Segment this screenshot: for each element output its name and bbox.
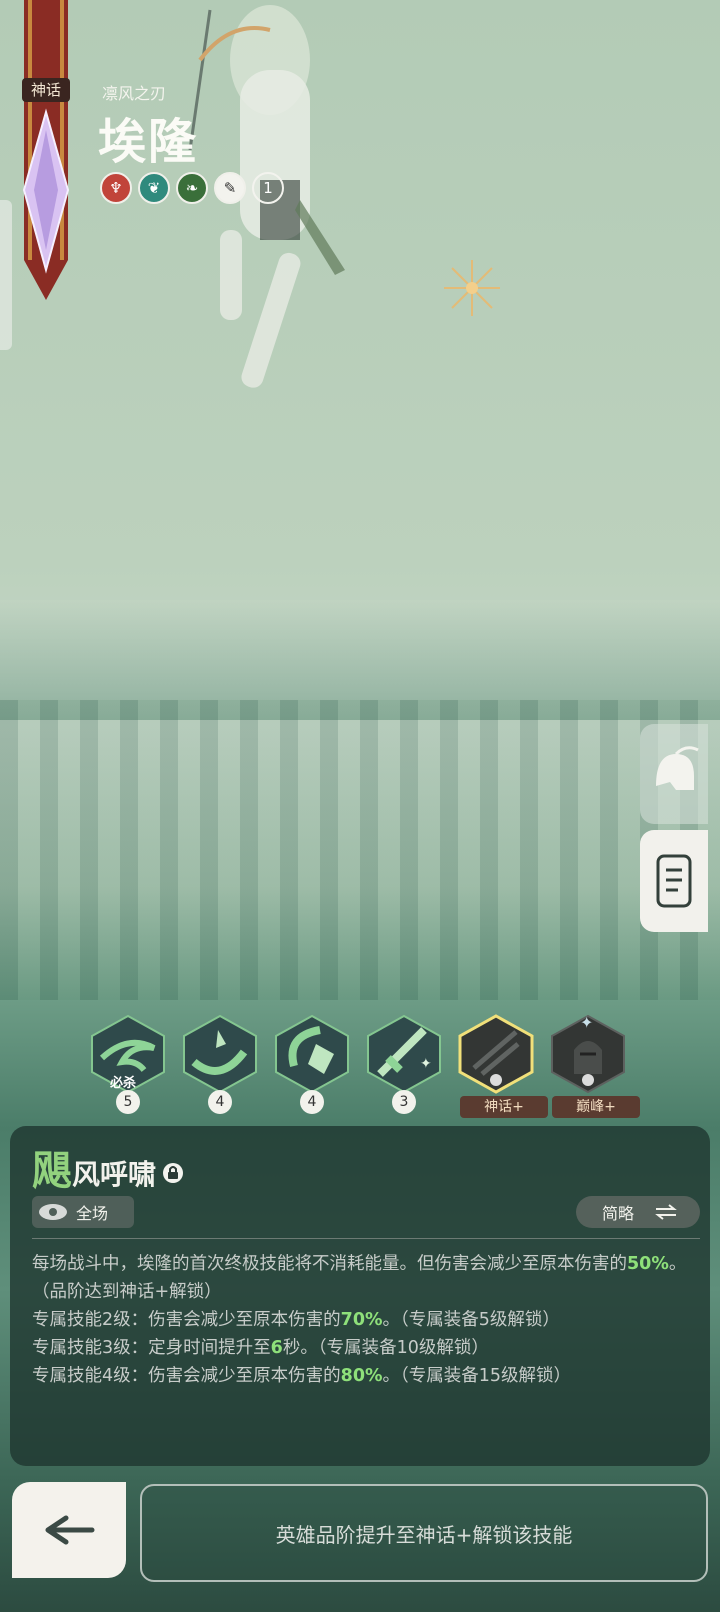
hero-subtitle: 凛风之刃	[102, 84, 167, 103]
axe-slash-icon	[183, 1014, 257, 1094]
skill-slot-3[interactable]: 4	[272, 1014, 352, 1114]
ultimate-label: 必杀	[110, 1076, 137, 1091]
skill-level: 4	[208, 1090, 232, 1114]
skill-detail-panel: 飓 风呼啸 全场 简略 每场战斗中，埃隆的首次终极技能将不消耗能量。但伤害会减少…	[10, 1126, 710, 1466]
back-button[interactable]	[12, 1482, 126, 1578]
skill-title: 飓 风呼啸	[32, 1138, 184, 1196]
hero-profile-button[interactable]	[640, 724, 708, 824]
skill-row: 必杀 5 4 4 ✦ 3 神话+ ✦ 巅峰+	[88, 1014, 640, 1118]
tag-count: 1	[252, 172, 284, 204]
skill-slot-1[interactable]: 必杀 5	[88, 1014, 168, 1114]
knight-helmet-icon: ✦	[551, 1014, 625, 1094]
unlock-requirement-badge: 神话+	[460, 1096, 548, 1118]
range-badge: 全场	[32, 1196, 134, 1228]
skill-slot-2[interactable]: 4	[180, 1014, 260, 1114]
skill-title-first-char: 飓	[32, 1148, 72, 1194]
rarity-tag: 神话	[22, 78, 70, 102]
eye-icon	[39, 1204, 67, 1220]
swap-arrows-icon	[655, 1204, 677, 1220]
skill-slot-4[interactable]: ✦ 3	[364, 1014, 444, 1114]
scroll-lore-button[interactable]	[640, 830, 708, 932]
mode-label: 简略	[602, 1204, 635, 1223]
sword-sparkle-icon: ✦	[367, 1014, 441, 1094]
rarity-banner	[22, 0, 70, 300]
hero-portrait	[188, 5, 345, 388]
helmet-icon	[656, 746, 699, 790]
desc-line-4: 专属技能4级：伤害会减少至原本伤害的80%。（专属装备15级解锁）	[32, 1366, 572, 1386]
skill-slot-5[interactable]: 神话+	[456, 1014, 548, 1118]
unlock-requirement-badge: 巅峰+	[552, 1096, 640, 1118]
detail-mode-toggle[interactable]: 简略	[576, 1196, 700, 1228]
hero-name: 埃隆	[98, 114, 199, 170]
skill-level: 3	[392, 1090, 416, 1114]
leaf-icon[interactable]: ❧	[176, 172, 208, 204]
wind-slash-icon	[458, 1014, 534, 1094]
sparkle-star-icon	[444, 260, 500, 316]
left-edge-tab[interactable]	[0, 200, 12, 350]
desc-line-2: 专属技能2级：伤害会减少至原本伤害的70%。（专属装备5级解锁）	[32, 1310, 560, 1330]
desc-line-1: 每场战斗中，埃隆的首次终极技能将不消耗能量。但伤害会减少至原本伤害的50%。（品…	[32, 1254, 687, 1302]
skill-level: 4	[300, 1090, 324, 1114]
desc-line-3: 专属技能3级：定身时间提升至6秒。（专属装备10级解锁）	[32, 1338, 489, 1358]
unlock-requirement-bar[interactable]: 英雄品阶提升至神话+解锁该技能	[140, 1484, 708, 1582]
trident-icon[interactable]: ♆	[100, 172, 132, 204]
range-label: 全场	[76, 1204, 109, 1223]
svg-text:✦: ✦	[420, 1056, 432, 1072]
lock-icon	[163, 1163, 184, 1183]
meadow-grass	[0, 700, 720, 1000]
scroll-icon	[656, 854, 692, 908]
back-arrow-icon	[45, 1515, 95, 1545]
hero-tags: ♆ ❦ ❧ ✎ 1	[100, 172, 284, 204]
feather-icon[interactable]: ✎	[214, 172, 246, 204]
skill-level: 5	[116, 1090, 140, 1114]
spirit-icon[interactable]: ❦	[138, 172, 170, 204]
svg-text:✦: ✦	[580, 1014, 593, 1032]
skill-slot-6[interactable]: ✦ 巅峰+	[548, 1014, 640, 1118]
skill-description: 每场战斗中，埃隆的首次终极技能将不消耗能量。但伤害会减少至原本伤害的50%。（品…	[32, 1250, 702, 1390]
crescent-slash-icon	[275, 1014, 349, 1094]
skill-title-rest: 风呼啸	[72, 1158, 157, 1191]
divider	[32, 1238, 700, 1239]
